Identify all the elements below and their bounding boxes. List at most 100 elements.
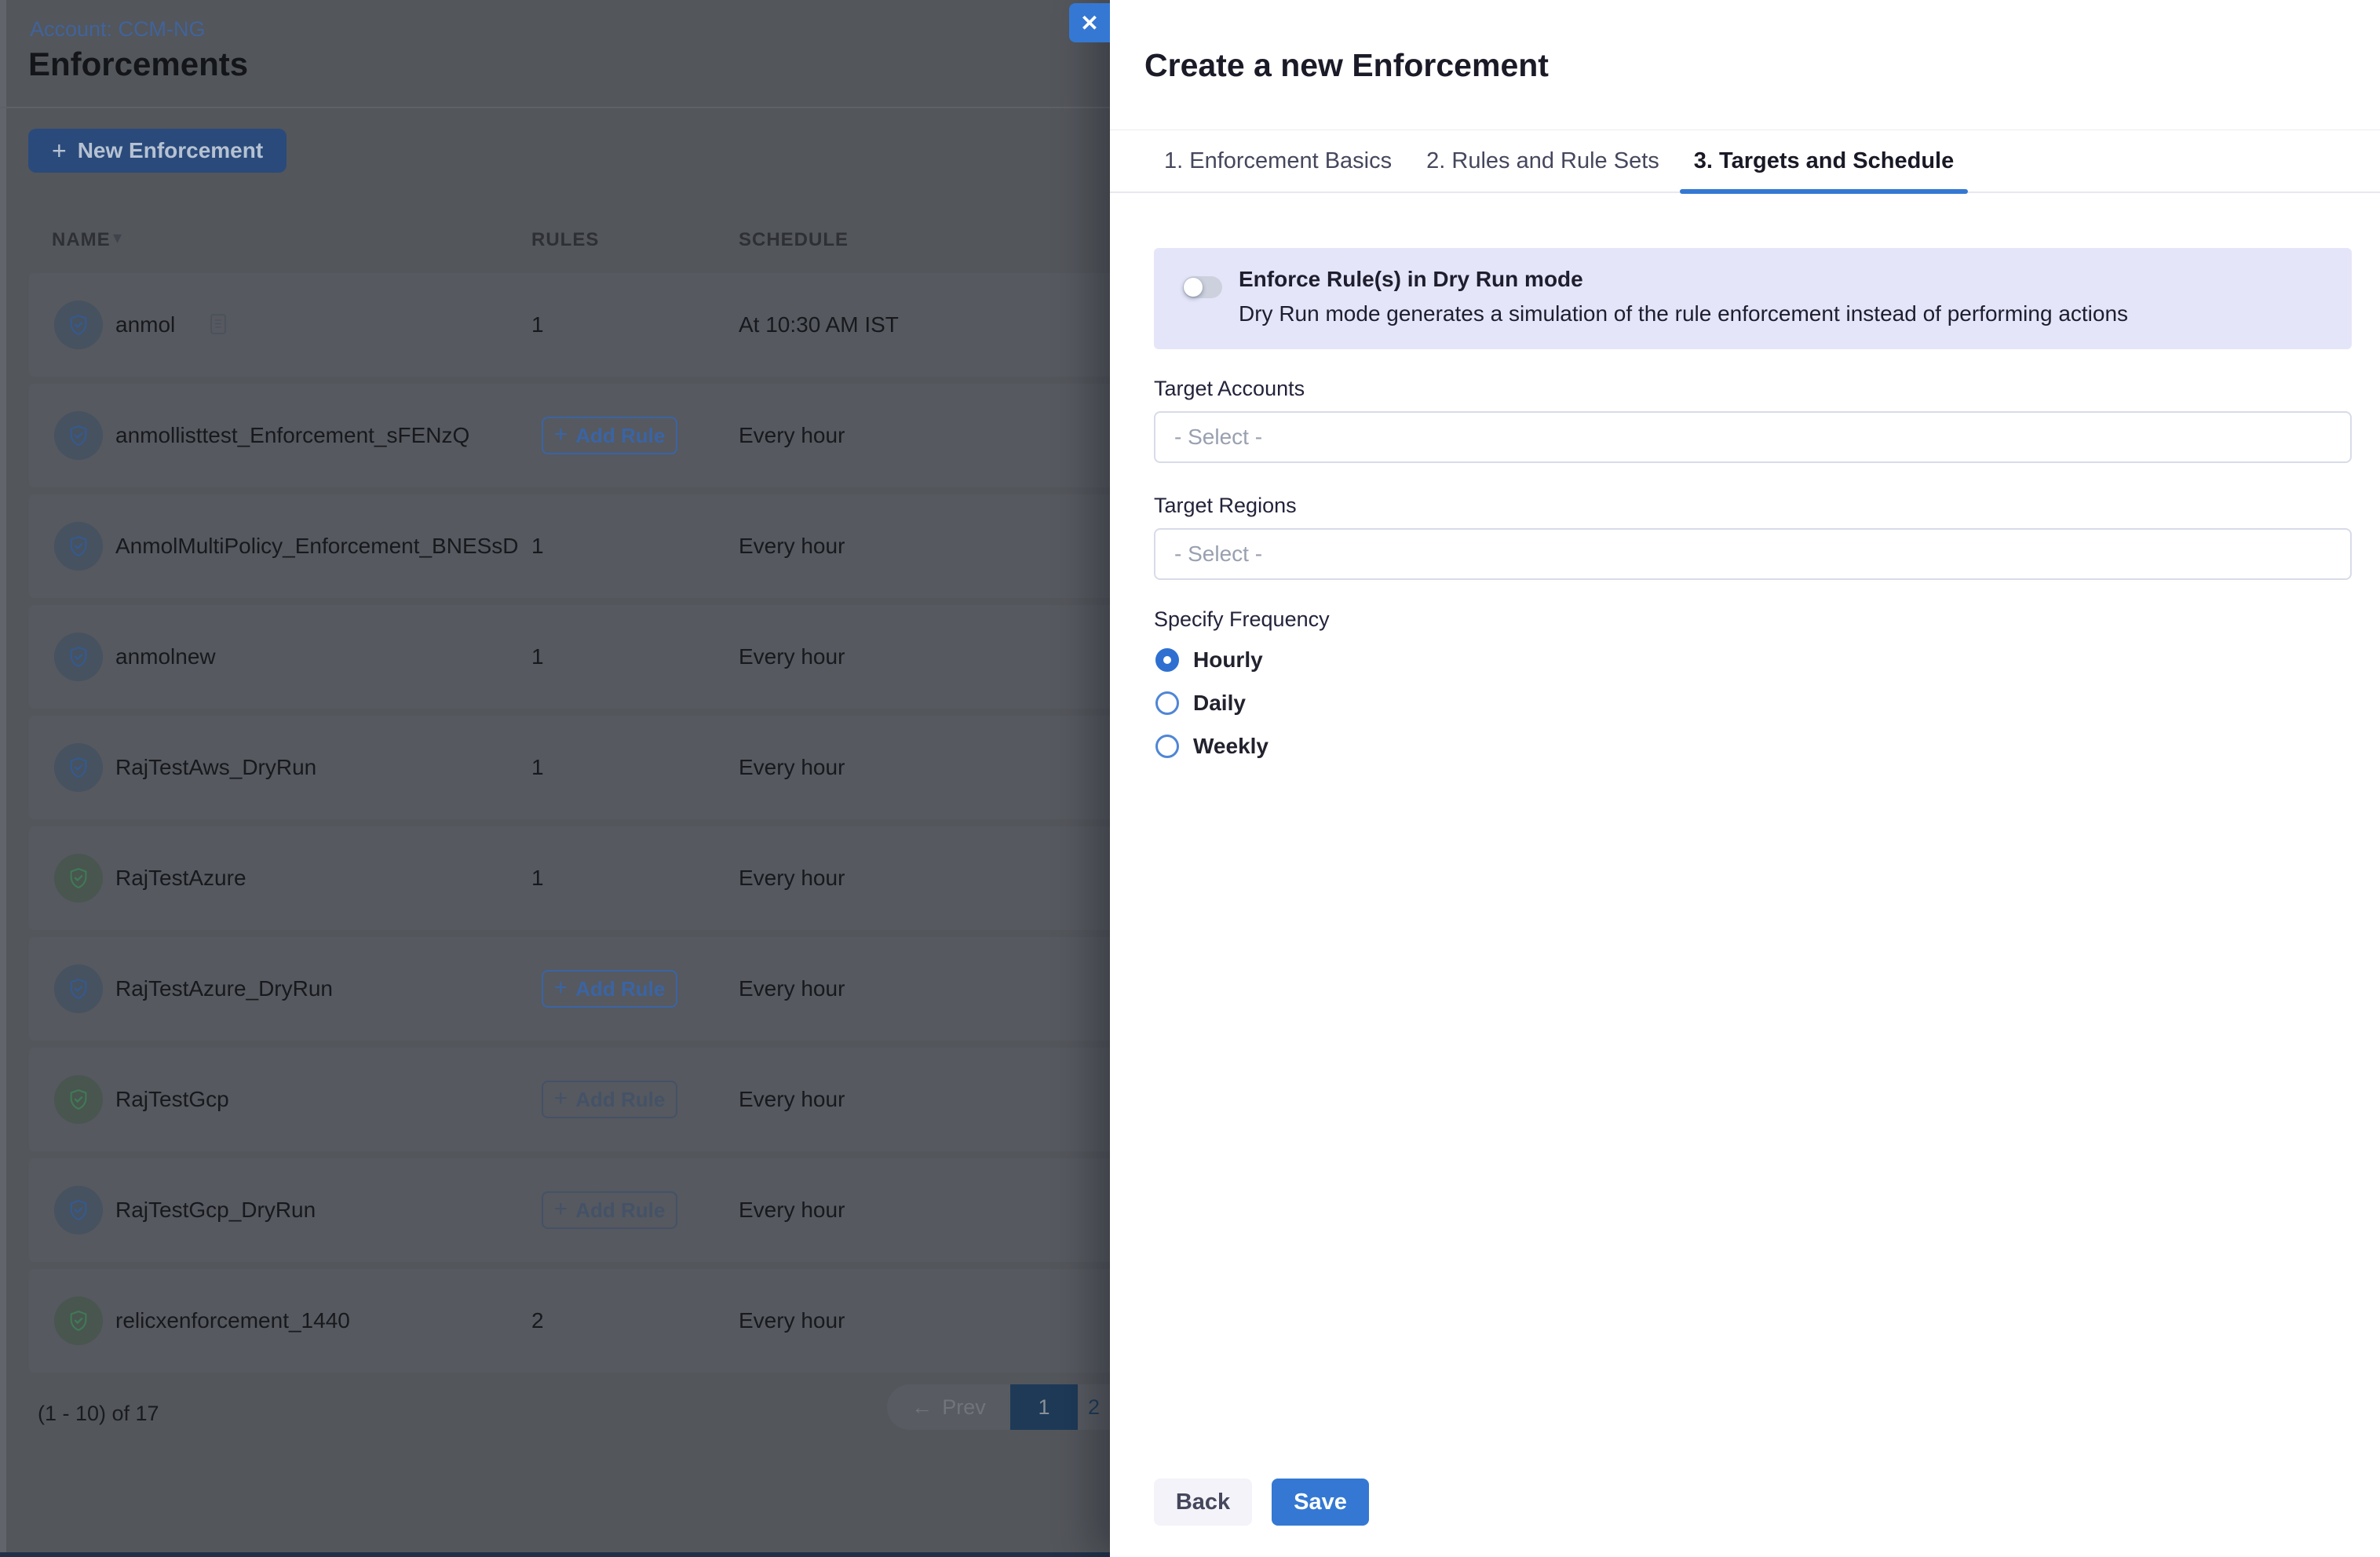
header-divider	[0, 107, 1110, 108]
create-enforcement-drawer: ✕ Create a new Enforcement 1. Enforcemen…	[1110, 0, 2380, 1557]
notes-icon	[210, 313, 227, 335]
target-accounts-select[interactable]	[1154, 411, 2352, 463]
enforcement-name: RajTestAzure	[115, 866, 246, 891]
radio-unchecked-icon	[1155, 735, 1179, 758]
rules-count: 1	[531, 644, 544, 669]
plus-icon: +	[554, 1198, 568, 1221]
pagination-page-2-partial[interactable]: 2	[1078, 1384, 1110, 1430]
schedule-value: Every hour	[739, 423, 845, 448]
rules-count: 1	[531, 312, 544, 337]
add-rule-button[interactable]: + Add Rule	[542, 970, 677, 1008]
plus-icon: +	[554, 976, 568, 1000]
column-header-schedule: SCHEDULE	[739, 229, 849, 251]
dry-run-banner: Enforce Rule(s) in Dry Run mode Dry Run …	[1154, 248, 2352, 349]
schedule-value: Every hour	[739, 1198, 845, 1223]
table-row[interactable]: anmol 1 At 10:30 AM IST	[29, 273, 1146, 377]
table-row[interactable]: relicxenforcement_1440 2 Every hour	[29, 1269, 1146, 1373]
schedule-value: Every hour	[739, 1308, 845, 1333]
enforcement-name: RajTestGcp	[115, 1087, 229, 1112]
table-row[interactable]: anmolnew 1 Every hour	[29, 605, 1146, 709]
new-enforcement-label: New Enforcement	[78, 138, 264, 163]
table-header: NAME ▾ RULES SCHEDULE	[0, 229, 1110, 256]
enforcement-name: RajTestAzure_DryRun	[115, 976, 333, 1001]
add-rule-button[interactable]: + Add Rule	[542, 417, 677, 454]
enforcement-name: relicxenforcement_1440	[115, 1308, 350, 1333]
pagination-prev-label: Prev	[942, 1395, 986, 1420]
pagination: ← Prev 1 2	[887, 1384, 1110, 1430]
shield-check-icon	[54, 964, 103, 1013]
dry-run-title: Enforce Rule(s) in Dry Run mode	[1239, 267, 1583, 292]
drawer-title: Create a new Enforcement	[1144, 47, 1549, 84]
plus-icon: +	[52, 138, 67, 163]
tab-targets-and-schedule[interactable]: 3. Targets and Schedule	[1694, 129, 1954, 192]
enforcement-name: anmollisttest_Enforcement_sFENzQ	[115, 423, 469, 448]
pagination-prev-button[interactable]: ← Prev	[887, 1384, 1010, 1430]
add-rule-label: Add Rule	[575, 424, 665, 448]
frequency-option-weekly[interactable]: Weekly	[1155, 733, 1268, 760]
close-icon: ✕	[1080, 10, 1098, 36]
column-header-name[interactable]: NAME	[52, 229, 111, 251]
enforcement-name: RajTestAws_DryRun	[115, 755, 316, 780]
breadcrumb[interactable]: Account: CCM-NG	[30, 17, 206, 42]
save-button[interactable]: Save	[1272, 1479, 1369, 1526]
add-rule-button-disabled: + Add Rule	[542, 1191, 677, 1229]
close-button[interactable]: ✕	[1069, 3, 1110, 42]
table-row[interactable]: AnmolMultiPolicy_Enforcement_BNESsD 1 Ev…	[29, 494, 1146, 598]
add-rule-label: Add Rule	[575, 1198, 665, 1223]
enforcements-table: anmol 1 At 10:30 AM IST anmollisttest_En…	[29, 273, 1146, 1373]
table-row[interactable]: RajTestAzure 1 Every hour	[29, 826, 1146, 930]
target-accounts-label: Target Accounts	[1154, 377, 1305, 401]
table-row[interactable]: RajTestGcp + Add Rule Every hour	[29, 1048, 1146, 1151]
radio-unchecked-icon	[1155, 691, 1179, 715]
table-row[interactable]: anmollisttest_Enforcement_sFENzQ + Add R…	[29, 384, 1146, 487]
page-title: Enforcements	[28, 46, 248, 83]
tab-enforcement-basics[interactable]: 1. Enforcement Basics	[1164, 129, 1392, 192]
schedule-value: Every hour	[739, 1087, 845, 1112]
table-row[interactable]: RajTestGcp_DryRun + Add Rule Every hour	[29, 1158, 1146, 1262]
target-regions-select[interactable]	[1154, 528, 2352, 580]
table-row[interactable]: RajTestAzure_DryRun + Add Rule Every hou…	[29, 937, 1146, 1041]
tab-rules-and-rule-sets[interactable]: 2. Rules and Rule Sets	[1426, 129, 1659, 192]
rules-count: 2	[531, 1308, 544, 1333]
table-row[interactable]: RajTestAws_DryRun 1 Every hour	[29, 716, 1146, 819]
sort-caret-icon[interactable]: ▾	[113, 228, 122, 248]
shield-check-icon	[54, 743, 103, 792]
enforcement-name: RajTestGcp_DryRun	[115, 1198, 316, 1223]
shield-check-icon	[54, 301, 103, 349]
arrow-left-icon: ←	[911, 1395, 933, 1420]
rules-count: 1	[531, 534, 544, 559]
new-enforcement-button[interactable]: + New Enforcement	[28, 129, 287, 173]
rules-count: 1	[531, 866, 544, 891]
rules-count: 1	[531, 755, 544, 780]
frequency-option-hourly[interactable]: Hourly	[1155, 647, 1263, 673]
shield-check-icon	[54, 1075, 103, 1124]
shield-check-icon	[54, 1186, 103, 1234]
enforcement-name: anmolnew	[115, 644, 216, 669]
add-rule-button-disabled: + Add Rule	[542, 1081, 677, 1118]
schedule-value: Every hour	[739, 644, 845, 669]
specify-frequency-label: Specify Frequency	[1154, 607, 1330, 632]
add-rule-label: Add Rule	[575, 977, 665, 1001]
back-button[interactable]: Back	[1154, 1479, 1252, 1526]
frequency-option-daily[interactable]: Daily	[1155, 690, 1246, 717]
shield-check-icon	[54, 411, 103, 460]
dry-run-description: Dry Run mode generates a simulation of t…	[1239, 301, 2128, 326]
radio-checked-icon	[1155, 648, 1179, 672]
schedule-value: At 10:30 AM IST	[739, 312, 899, 337]
schedule-value: Every hour	[739, 534, 845, 559]
drawer-tabs: 1. Enforcement Basics 2. Rules and Rule …	[1110, 130, 2380, 193]
add-rule-label: Add Rule	[575, 1088, 665, 1112]
bottom-strip	[0, 1552, 1110, 1557]
frequency-option-label: Weekly	[1193, 734, 1268, 759]
dry-run-toggle[interactable]	[1183, 276, 1222, 298]
plus-icon: +	[554, 1087, 568, 1110]
plus-icon: +	[554, 423, 568, 447]
frequency-option-label: Daily	[1193, 691, 1246, 716]
shield-check-icon	[54, 1296, 103, 1345]
schedule-value: Every hour	[739, 755, 845, 780]
pagination-page-1[interactable]: 1	[1010, 1384, 1078, 1430]
pagination-summary: (1 - 10) of 17	[38, 1402, 159, 1426]
target-regions-label: Target Regions	[1154, 494, 1297, 518]
shield-check-icon	[54, 633, 103, 681]
enforcement-name: anmol	[115, 312, 175, 337]
